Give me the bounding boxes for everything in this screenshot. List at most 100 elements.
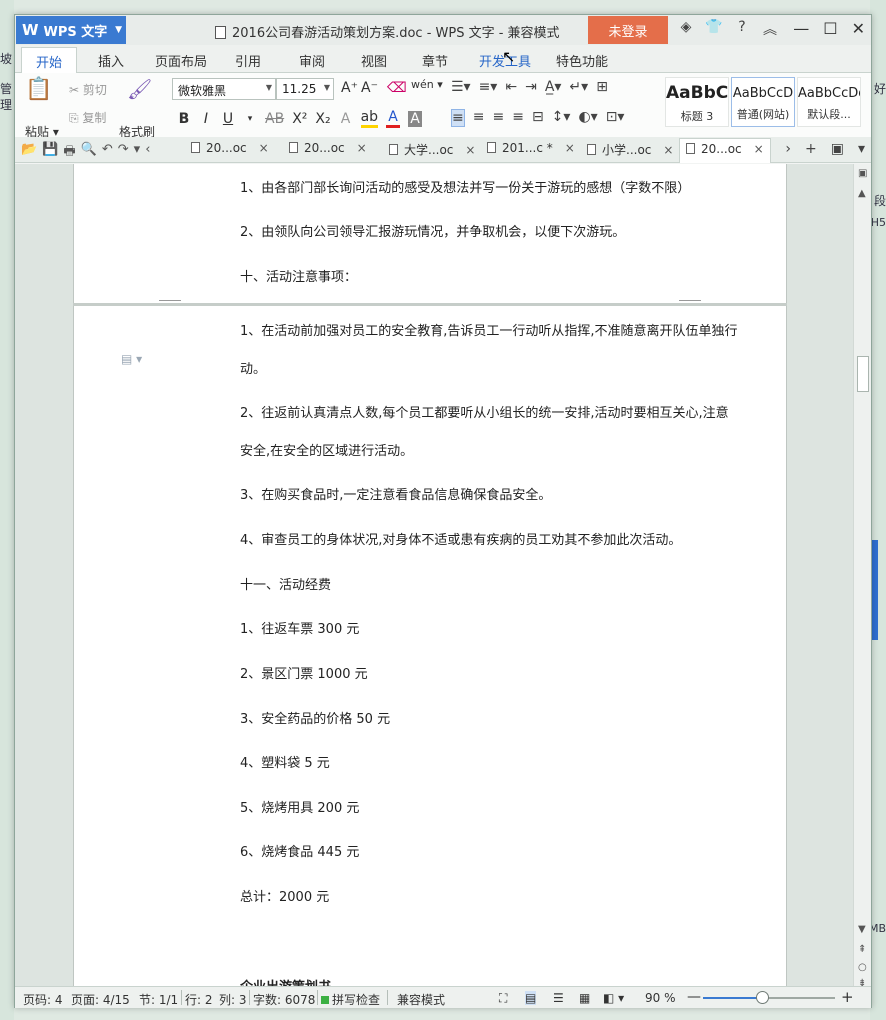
style-default-paragraph[interactable]: AaBbCcDd 默认段... bbox=[797, 77, 861, 127]
customize-dropdown-icon[interactable]: ▾ bbox=[134, 142, 141, 164]
select-browse-object-icon[interactable]: ○ bbox=[858, 962, 867, 973]
prev-page-icon[interactable]: ⇞ bbox=[858, 944, 866, 955]
doc-tab[interactable]: 小学...oc × bbox=[587, 141, 673, 158]
tab-menu-icon[interactable]: ▾ bbox=[858, 141, 865, 157]
tab-chapter[interactable]: 章节 bbox=[422, 51, 448, 70]
app-menu-button[interactable]: W WPS 文字 ▼ bbox=[16, 16, 126, 44]
doc-tab[interactable]: 20...oc × bbox=[191, 141, 269, 155]
outline-view-icon[interactable]: ☰ bbox=[553, 991, 564, 1005]
maximize-icon[interactable]: ☐ bbox=[823, 19, 837, 38]
vertical-scrollbar[interactable]: ▣ ▲ ▼ ⇞ ○ ⇟ bbox=[853, 164, 871, 989]
cut-button[interactable]: ✂ 剪切 bbox=[69, 81, 107, 98]
minimize-icon[interactable]: — bbox=[793, 19, 809, 38]
grow-font-icon[interactable]: A⁺ bbox=[341, 80, 358, 96]
italic-icon[interactable]: I bbox=[199, 111, 213, 127]
close-tab-icon[interactable]: × bbox=[565, 141, 575, 155]
shirt-icon[interactable]: 👕 bbox=[703, 19, 725, 39]
document-workspace[interactable]: 1、由各部门部长询问活动的感受及想法并写一份关于游玩的感想（字数不限） 2、由领… bbox=[15, 164, 853, 986]
collapse-ribbon-icon[interactable]: ︽ bbox=[759, 19, 781, 39]
font-color-icon[interactable]: A bbox=[386, 109, 401, 128]
justify-icon[interactable]: ≡ bbox=[512, 109, 524, 127]
char-shading-icon[interactable]: A bbox=[408, 110, 423, 127]
shading-icon[interactable]: ◐▾ bbox=[578, 109, 597, 127]
tab-view[interactable]: 视图 bbox=[361, 51, 387, 70]
doc-tab-active[interactable]: 20...oc × bbox=[679, 138, 771, 163]
underline-dropdown-icon[interactable]: ▾ bbox=[243, 114, 257, 124]
page[interactable]: 1、由各部门部长询问活动的感受及想法并写一份关于游玩的感想（字数不限） 2、由领… bbox=[73, 164, 787, 304]
web-view-icon[interactable]: ▦ bbox=[579, 991, 590, 1005]
close-tab-icon[interactable]: × bbox=[465, 143, 475, 157]
phonetic-guide-icon[interactable]: wén ▾ bbox=[411, 78, 443, 91]
close-tab-icon[interactable]: × bbox=[663, 143, 673, 157]
tabs-next-icon[interactable]: › bbox=[785, 141, 791, 157]
new-tab-icon[interactable]: + bbox=[805, 141, 817, 157]
borders-icon[interactable]: ⊡▾ bbox=[606, 109, 625, 127]
spell-check-status[interactable]: 拼写检查 bbox=[321, 991, 380, 1008]
tab-references[interactable]: 引用 bbox=[235, 51, 261, 70]
table-icon[interactable]: ⊞ bbox=[596, 79, 608, 95]
paste-icon[interactable]: 📋 bbox=[25, 77, 52, 102]
line-spacing-icon[interactable]: ↕▾ bbox=[552, 109, 571, 127]
tab-review[interactable]: 审阅 bbox=[299, 51, 325, 70]
open-icon[interactable]: 📂 bbox=[21, 142, 37, 164]
clear-format-icon[interactable]: ⌫ bbox=[387, 80, 407, 96]
paragraph-layout-icon[interactable]: ▤ ▾ bbox=[121, 352, 142, 366]
tab-special-features[interactable]: 特色功能 bbox=[556, 51, 608, 70]
chinese-layout-icon[interactable]: A̲▾ bbox=[545, 79, 562, 95]
superscript-icon[interactable]: X² bbox=[292, 111, 307, 127]
tabs-prev-icon[interactable]: ‹ bbox=[145, 142, 150, 164]
save-icon[interactable]: 💾 bbox=[42, 142, 58, 164]
zoom-in-icon[interactable]: + bbox=[841, 988, 854, 1006]
tab-list-icon[interactable]: ▣ bbox=[831, 141, 844, 157]
page-view-icon[interactable]: ▤ bbox=[525, 991, 537, 1005]
align-left-icon[interactable]: ≡ bbox=[451, 109, 465, 127]
reading-mode-icon[interactable]: ◧ ▾ bbox=[603, 991, 624, 1005]
zoom-level[interactable]: 90 % bbox=[645, 991, 676, 1005]
scroll-down-icon[interactable]: ▼ bbox=[858, 924, 866, 935]
strikethrough-icon[interactable]: AB bbox=[265, 111, 284, 127]
doc-tab[interactable]: 201...c * × bbox=[487, 141, 575, 155]
redo-icon[interactable]: ↷ bbox=[118, 142, 129, 164]
scroll-up-icon[interactable]: ▲ bbox=[858, 188, 866, 199]
login-button[interactable]: 未登录 bbox=[588, 16, 668, 44]
print-preview-icon[interactable]: 🔍 bbox=[81, 142, 97, 164]
doc-tab[interactable]: 大学...oc × bbox=[389, 141, 475, 158]
sidebar-toggle-icon[interactable]: ▣ bbox=[858, 168, 867, 179]
font-size-select[interactable]: 11.25 ▼ bbox=[276, 78, 334, 100]
print-icon[interactable]: 🖶 bbox=[63, 142, 75, 164]
zoom-slider-handle[interactable] bbox=[756, 991, 770, 1004]
tab-home[interactable]: 开始 bbox=[21, 47, 78, 73]
distributed-icon[interactable]: ⊟ bbox=[532, 109, 544, 127]
shrink-font-icon[interactable]: A⁻ bbox=[361, 80, 378, 96]
copy-button[interactable]: ⎘ 复制 bbox=[69, 109, 106, 126]
doc-tab[interactable]: 20...oc × bbox=[289, 141, 367, 155]
numbered-list-icon[interactable]: ≡▾ bbox=[479, 79, 498, 95]
skin-icon[interactable]: ◈ bbox=[675, 19, 697, 39]
word-count[interactable]: 字数: 6078 bbox=[253, 991, 315, 1008]
show-marks-icon[interactable]: ↵▾ bbox=[569, 79, 588, 95]
zoom-slider[interactable] bbox=[703, 991, 835, 1004]
undo-icon[interactable]: ↶ bbox=[102, 142, 113, 164]
close-icon[interactable]: ✕ bbox=[852, 19, 865, 38]
scrollbar-thumb[interactable] bbox=[857, 356, 869, 392]
decrease-indent-icon[interactable]: ⇤ bbox=[505, 79, 517, 95]
fullscreen-view-icon[interactable]: ⛶ bbox=[499, 991, 507, 1006]
underline-icon[interactable]: U bbox=[221, 111, 235, 127]
subscript-icon[interactable]: X₂ bbox=[315, 111, 330, 127]
font-name-select[interactable]: 微软雅黑 ▼ bbox=[172, 78, 276, 100]
highlight-icon[interactable]: ab bbox=[360, 109, 379, 128]
style-heading3[interactable]: AaBbC 标题 3 bbox=[665, 77, 729, 127]
close-tab-icon[interactable]: × bbox=[754, 142, 764, 156]
format-painter-icon[interactable]: 🖌 bbox=[127, 77, 152, 101]
increase-indent-icon[interactable]: ⇥ bbox=[525, 79, 537, 95]
tab-insert[interactable]: 插入 bbox=[98, 51, 124, 70]
bullet-list-icon[interactable]: ☰▾ bbox=[451, 79, 471, 95]
align-right-icon[interactable]: ≡ bbox=[492, 109, 504, 127]
help-icon[interactable]: ? bbox=[731, 19, 753, 39]
close-tab-icon[interactable]: × bbox=[259, 141, 269, 155]
bold-icon[interactable]: B bbox=[177, 111, 191, 127]
align-center-icon[interactable]: ≡ bbox=[473, 109, 485, 127]
style-normal-web[interactable]: AaBbCcD 普通(网站) bbox=[731, 77, 795, 127]
text-effect-icon[interactable]: A bbox=[339, 111, 353, 127]
close-tab-icon[interactable]: × bbox=[357, 141, 367, 155]
